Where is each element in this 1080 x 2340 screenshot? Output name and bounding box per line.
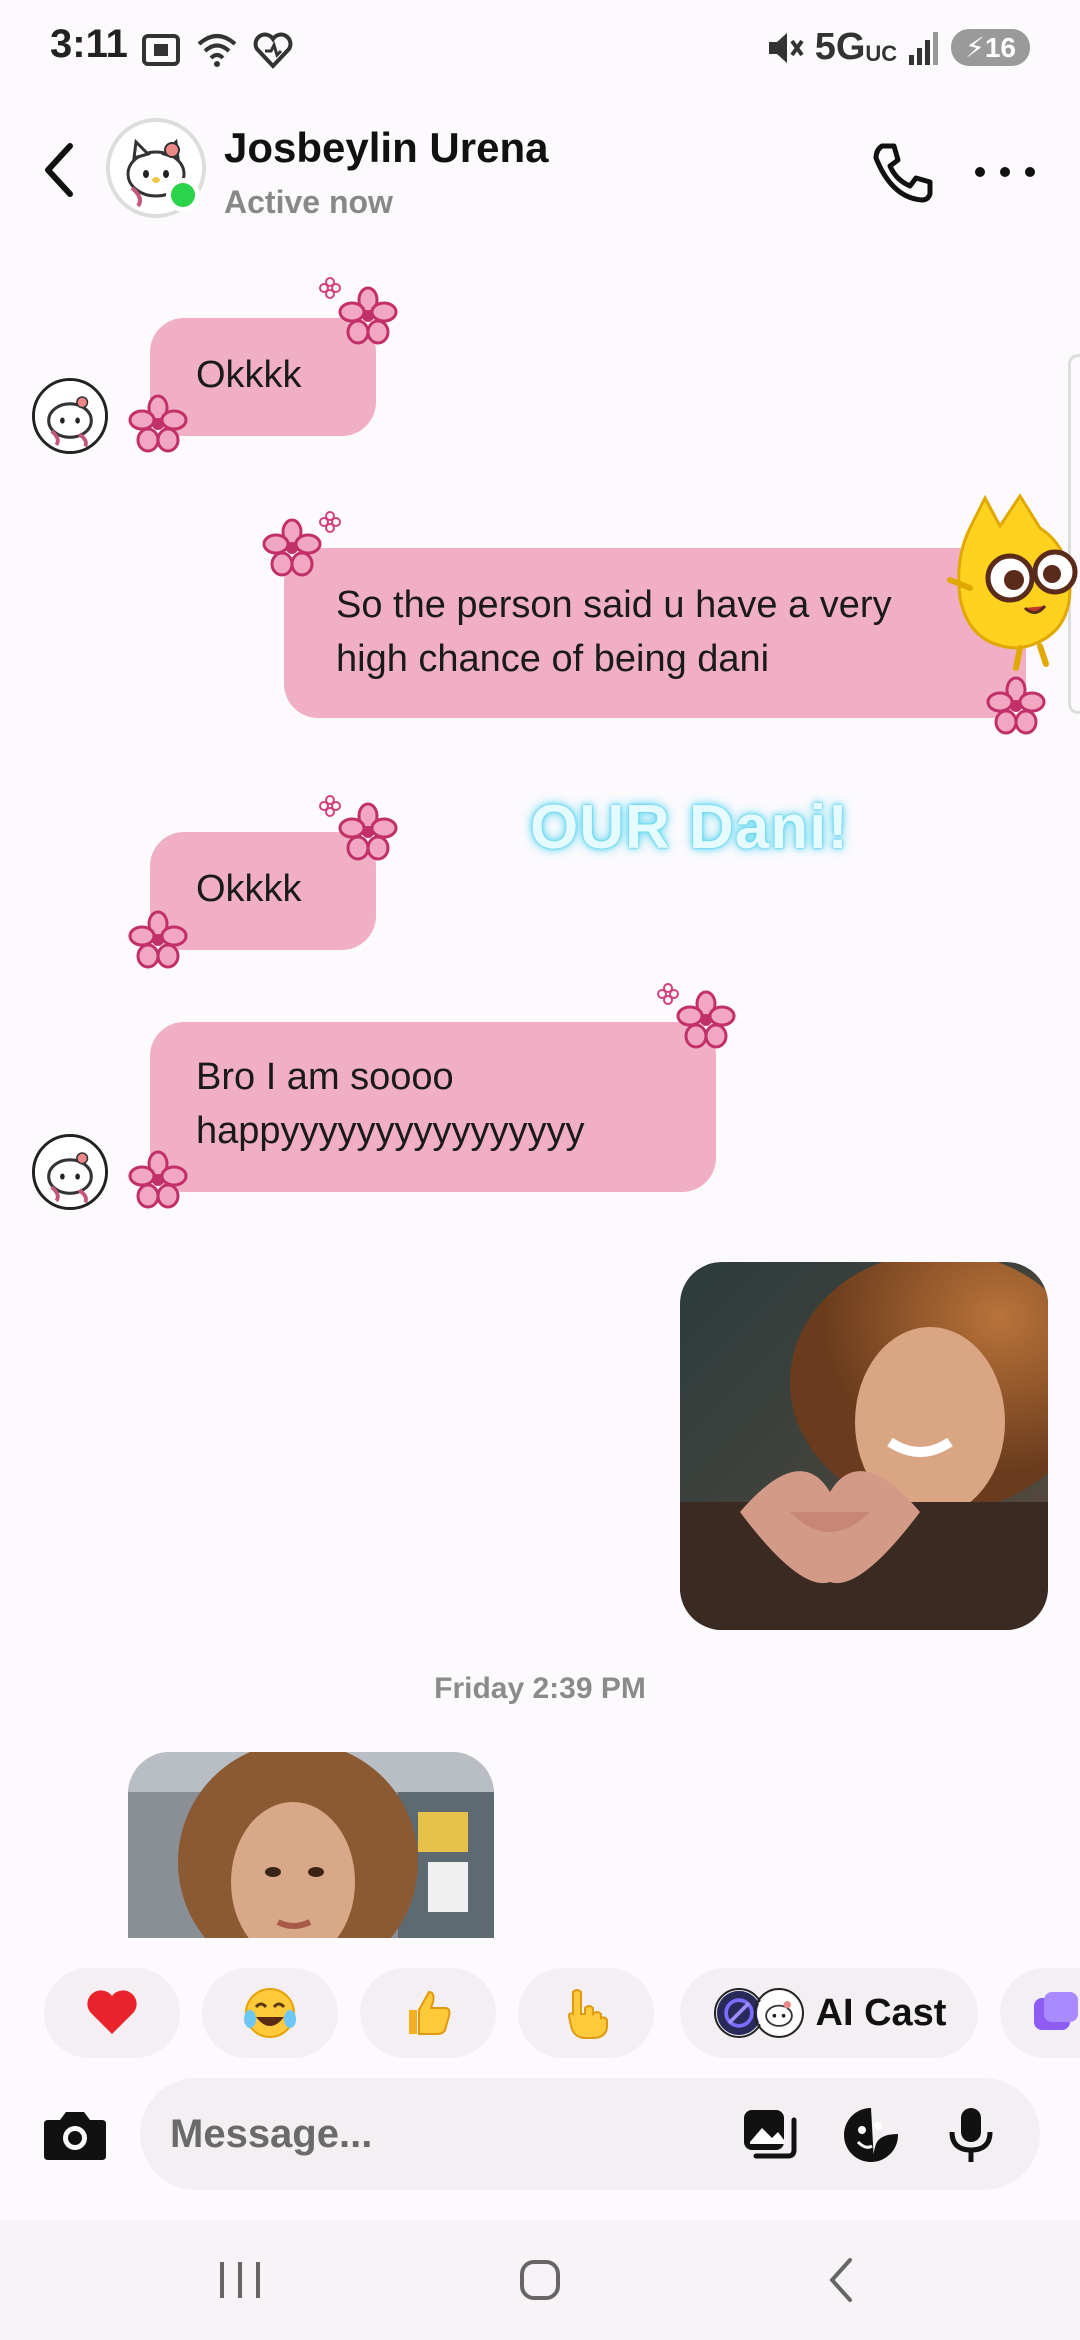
yellow-mascot-sticker-icon — [947, 493, 1078, 671]
phone-call-icon[interactable] — [868, 138, 938, 208]
thumbs-up-icon — [409, 1990, 451, 2035]
contact-name[interactable]: Josbeylin Urena — [224, 124, 548, 172]
message-composer[interactable] — [140, 2078, 1040, 2190]
heart-status-icon — [253, 32, 293, 69]
message-timestamp: Friday 2:39 PM — [434, 1672, 646, 1705]
home-icon[interactable] — [500, 2250, 580, 2310]
small-flower-icon — [319, 795, 341, 817]
status-time: 3:11 — [50, 22, 128, 66]
flower-sticker-icon — [338, 802, 398, 861]
reaction-chip-thumbs-up[interactable] — [360, 1968, 496, 2058]
back-icon[interactable] — [30, 130, 90, 210]
message-input[interactable] — [170, 2100, 730, 2168]
hello-kitty-mini-icon — [753, 1988, 804, 2038]
purple-sticker-icon — [1034, 1992, 1078, 2030]
message-text: Okkkk — [196, 354, 302, 396]
hello-kitty-avatar-icon — [35, 381, 105, 451]
wifi-icon — [197, 34, 237, 67]
small-flower-icon — [319, 277, 341, 299]
status-icons-left — [140, 30, 294, 70]
message-bubble-incoming[interactable]: Bro I am soooo happyyyyyyyyyyyyyyyy — [150, 1022, 716, 1192]
reaction-chip-laugh[interactable] — [202, 1968, 338, 2058]
gallery-icon[interactable] — [738, 2104, 800, 2166]
sender-avatar[interactable] — [32, 1134, 108, 1210]
message-text-line: high chance of being dani — [336, 638, 770, 680]
message-text-line: happyyyyyyyyyyyyyyyy — [196, 1110, 585, 1152]
more-options-icon[interactable] — [970, 142, 1040, 202]
flower-sticker-icon — [338, 286, 398, 345]
message-text-line: So the person said u have a very — [336, 584, 892, 626]
hello-kitty-avatar-icon — [35, 1137, 105, 1207]
network-label: 5G — [814, 26, 866, 68]
shared-photo-outgoing[interactable] — [680, 1262, 1048, 1630]
screen-record-icon — [142, 34, 180, 66]
shared-photo-incoming[interactable] — [128, 1752, 494, 1938]
ai-cast-chip[interactable]: AI Cast — [680, 1968, 978, 2058]
battery-indicator: ⚡16 — [951, 29, 1030, 66]
signal-icon — [909, 31, 939, 65]
mute-icon — [768, 32, 804, 63]
reaction-chip-pointing[interactable] — [518, 1968, 654, 2058]
chat-effect-text: OUR Dani! — [530, 793, 849, 862]
flower-sticker-icon — [128, 910, 188, 969]
flower-sticker-icon — [262, 518, 322, 577]
flower-sticker-icon — [986, 676, 1046, 735]
pointing-hand-icon — [567, 1989, 608, 2039]
back-nav-icon[interactable] — [800, 2250, 880, 2310]
photo-image — [128, 1752, 494, 1938]
status-icons-right: 5G UC ⚡16 — [765, 26, 1030, 69]
reaction-chip-more[interactable] — [1000, 1968, 1080, 2058]
recent-apps-icon[interactable] — [200, 2250, 280, 2310]
sender-avatar[interactable] — [32, 378, 108, 454]
sticker-icon[interactable] — [840, 2104, 902, 2166]
tears-of-joy-icon — [244, 1988, 296, 2038]
network-sub-label: UC — [865, 40, 898, 66]
reaction-chip-heart[interactable] — [44, 1968, 180, 2058]
online-indicator — [166, 178, 200, 212]
flower-sticker-icon — [128, 1150, 188, 1209]
flower-sticker-icon — [128, 394, 188, 453]
photo-image — [680, 1262, 1048, 1630]
microphone-icon[interactable] — [940, 2104, 1002, 2166]
system-nav-bar — [0, 2220, 1080, 2340]
camera-icon[interactable] — [40, 2104, 110, 2164]
battery-level: 16 — [984, 32, 1016, 63]
ai-cast-label: AI Cast — [815, 1991, 947, 2034]
message-text: Okkkk — [196, 868, 302, 910]
flower-sticker-icon — [676, 990, 736, 1049]
message-bubble-outgoing[interactable]: So the person said u have a very high ch… — [284, 548, 1026, 718]
small-flower-icon — [319, 511, 341, 533]
contact-status: Active now — [224, 184, 393, 220]
message-text-line: Bro I am soooo — [196, 1056, 454, 1098]
red-heart-icon — [87, 1990, 137, 2034]
small-flower-icon — [657, 983, 679, 1005]
